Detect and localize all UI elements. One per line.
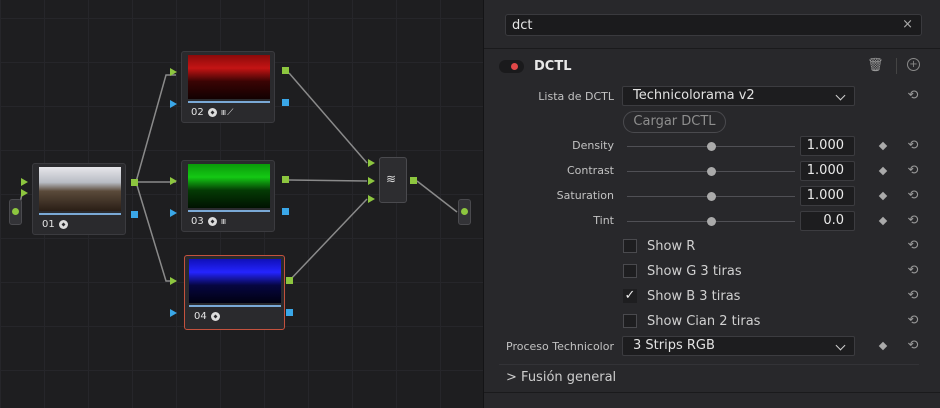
tint-slider[interactable] (627, 217, 795, 226)
mixer-icon: ≋ (386, 172, 397, 186)
reset-icon[interactable]: ⟲ (906, 339, 920, 353)
show-cian-checkbox[interactable] (623, 314, 637, 328)
checkbox-label: Show B 3 tiras (647, 289, 741, 304)
density-slider[interactable] (627, 142, 795, 151)
checkbox-label: Show R (647, 239, 696, 254)
node-02[interactable]: 02 ııı ⟋ (181, 51, 275, 123)
node-03-input-port[interactable] (170, 177, 177, 185)
clear-icon[interactable]: × (902, 17, 913, 32)
show-g-checkbox[interactable] (623, 264, 637, 278)
node-04[interactable]: 04 (184, 255, 285, 330)
chevron-right-icon: > (506, 370, 517, 385)
node-02-input-port[interactable] (170, 68, 177, 76)
node-03[interactable]: 03 ııı (181, 160, 275, 232)
mixer-input-2[interactable] (368, 177, 375, 185)
chevron-down-icon (835, 340, 846, 351)
keyframe-icon[interactable] (878, 216, 888, 226)
node-02-thumbnail (188, 55, 270, 99)
tint-input[interactable]: 0.0 (800, 211, 855, 231)
reset-icon[interactable]: ⟲ (906, 139, 920, 153)
resolvefx-icon (58, 220, 68, 229)
dctl-enable-toggle[interactable] (499, 60, 524, 73)
node-03-output-port[interactable] (282, 176, 289, 183)
node-01-thumbnail (39, 167, 121, 211)
node-01-label: 01 (42, 219, 55, 230)
mixer-node[interactable]: ≋ (379, 157, 407, 203)
node-03-thumbnail (188, 164, 270, 208)
node-04-output-port[interactable] (286, 277, 293, 284)
lista-dctl-dropdown[interactable]: Technicolorama v2 (622, 86, 855, 106)
reset-icon[interactable]: ⟲ (906, 314, 920, 328)
proceso-label: Proceso Technicolor (506, 340, 614, 353)
search-value: dct (512, 18, 533, 33)
section-label: Fusión general (521, 370, 617, 385)
param-label: Contrast (566, 164, 614, 177)
output-node[interactable] (458, 199, 471, 225)
param-label: Saturation (556, 189, 614, 202)
lista-dctl-label: Lista de DCTL (538, 90, 614, 103)
node-04-input-port[interactable] (170, 277, 177, 285)
reset-icon[interactable]: ⟲ (906, 164, 920, 178)
keyframe-icon[interactable] (878, 141, 888, 151)
node-01[interactable]: 01 (32, 163, 126, 235)
mixer-input-1[interactable] (368, 159, 375, 167)
node-03-tool-icons: ııı (220, 216, 226, 227)
node-01-key-output-port[interactable] (131, 211, 138, 218)
node-02-output-port[interactable] (282, 67, 289, 74)
density-input[interactable]: 1.000 (800, 136, 855, 156)
reset-icon[interactable]: ⟲ (906, 264, 920, 278)
reset-icon[interactable]: ⟲ (906, 289, 920, 303)
node-graph[interactable]: 01 02 ııı ⟋ 03 ııı 04 ≋ (0, 0, 483, 408)
node-02-key-input-port[interactable] (170, 100, 177, 108)
load-dctl-button[interactable]: Cargar DCTL (623, 111, 726, 133)
param-label: Tint (593, 214, 614, 227)
show-r-checkbox[interactable] (623, 239, 637, 253)
mixer-output-port[interactable] (410, 177, 417, 184)
node-02-key-output-port[interactable] (282, 99, 289, 106)
node-03-key-input-port[interactable] (170, 209, 177, 217)
chevron-down-icon (835, 90, 846, 101)
search-input[interactable]: dct × (505, 14, 922, 36)
node-03-key-output-port[interactable] (282, 208, 289, 215)
keyframe-icon[interactable] (878, 341, 888, 351)
node-03-label: 03 (191, 216, 204, 227)
resolvefx-icon (207, 217, 217, 226)
saturation-input[interactable]: 1.000 (800, 186, 855, 206)
node-02-label: 02 (191, 107, 204, 118)
keyframe-icon[interactable] (878, 191, 888, 201)
contrast-input[interactable]: 1.000 (800, 161, 855, 181)
mixer-input-3[interactable] (368, 195, 375, 203)
node-02-tool-icons: ııı ⟋ (220, 107, 234, 118)
source-input[interactable] (9, 199, 22, 225)
resolvefx-icon (210, 312, 220, 321)
lista-dctl-value: Technicolorama v2 (633, 88, 755, 103)
reset-icon[interactable]: ⟲ (906, 89, 920, 103)
effect-title: DCTL (534, 59, 572, 74)
reset-icon[interactable]: ⟲ (906, 189, 920, 203)
reset-icon[interactable]: ⟲ (906, 239, 920, 253)
saturation-slider[interactable] (627, 192, 795, 201)
proceso-dropdown[interactable]: 3 Strips RGB (622, 336, 855, 356)
node-04-key-output-port[interactable] (286, 309, 293, 316)
resolvefx-icon (207, 108, 217, 117)
node-01-input-port[interactable] (21, 178, 28, 186)
fusion-general-section[interactable]: > Fusión general (506, 370, 616, 385)
node-04-key-input-port[interactable] (170, 309, 177, 317)
checkbox-label: Show G 3 tiras (647, 264, 742, 279)
add-icon[interactable]: + (907, 58, 920, 71)
trash-icon[interactable]: 🗑 (867, 58, 884, 73)
node-04-thumbnail (189, 259, 281, 303)
node-01-output-port[interactable] (131, 179, 138, 186)
contrast-slider[interactable] (627, 167, 795, 176)
keyframe-icon[interactable] (878, 166, 888, 176)
show-b-checkbox[interactable]: ✓ (623, 289, 637, 303)
effects-panel: dct × DCTL 🗑 + Lista de DCTL Technicolor… (483, 0, 940, 408)
param-label: Density (572, 139, 614, 152)
proceso-value: 3 Strips RGB (633, 338, 715, 353)
reset-icon[interactable]: ⟲ (906, 214, 920, 228)
node-01-input-port-2[interactable] (21, 189, 28, 197)
checkbox-label: Show Cian 2 tiras (647, 314, 761, 329)
node-04-label: 04 (194, 311, 207, 322)
